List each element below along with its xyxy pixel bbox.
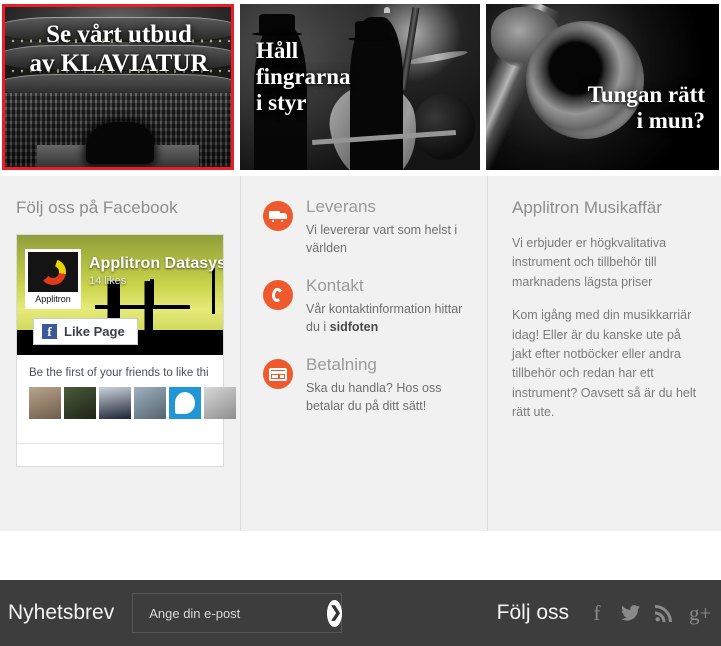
avatar — [99, 387, 131, 419]
facebook-icon[interactable]: f — [587, 602, 607, 624]
truck-icon — [263, 201, 293, 231]
feature-description: Vi levererar vart som helst i världen — [306, 222, 458, 255]
facebook-page-name: Applitron Datasyst — [89, 255, 223, 272]
promo-banner-brass[interactable]: Tungan rätt i mun? — [486, 4, 719, 170]
feature-kontakt[interactable]: Kontakt Vår kontaktinformation hittar du… — [263, 275, 469, 336]
caption-line-1: Tungan rätt — [587, 81, 705, 107]
facebook-page-avatar: Applitron — [25, 249, 81, 309]
newsletter-label: Nyhetsbrev — [8, 601, 115, 624]
facebook-page-widget[interactable]: Applitron Applitron Datasyst 14 likes f … — [16, 234, 236, 467]
caption-line-2: i mun? — [636, 107, 705, 133]
about-column: Applitron Musikaffär Vi erbjuder er högk… — [487, 176, 721, 531]
feature-description: Ska du handla? Hos oss betalar du på dit… — [306, 380, 442, 413]
facebook-heading: Följ oss på Facebook — [16, 198, 178, 217]
phone-icon — [263, 279, 293, 310]
avatar — [204, 387, 236, 419]
site-footer: Nyhetsbrev ❯ Följ oss f g+ — [0, 580, 721, 646]
promo-banner-caption: Håll fingrarna i styr — [256, 38, 351, 117]
rss-icon[interactable] — [655, 604, 675, 622]
promo-banner-row: Se vårt utbud av KLAVIATUR Håll fingrarn… — [0, 0, 721, 170]
follow-us-group: Följ oss f g+ — [496, 601, 712, 625]
twitter-icon[interactable] — [621, 605, 641, 621]
applitron-swirl-icon — [40, 259, 66, 285]
avatar — [29, 387, 61, 419]
facebook-column: Följ oss på Facebook Applitron Applitron… — [0, 176, 240, 531]
credit-card-icon — [263, 358, 293, 389]
feature-description: Vår kontaktinformation hittar du i sidfo… — [306, 300, 469, 336]
newsletter-field[interactable]: ❯ — [132, 593, 343, 633]
caption-line-1: Se vårt utbud — [46, 21, 192, 48]
caption-line-3: i styr — [256, 90, 307, 116]
avatar — [64, 387, 96, 419]
feature-title: Leverans — [306, 197, 376, 216]
feature-title: Betalning — [306, 354, 377, 374]
features-column: Leverans Vi levererar vart som helst i v… — [240, 176, 487, 531]
feature-leverans[interactable]: Leverans Vi levererar vart som helst i v… — [263, 197, 469, 257]
caption-line-2: av KLAVIATUR — [29, 49, 209, 77]
facebook-friends-text: Be the first of your friends to like thi — [29, 367, 209, 379]
facebook-like-page-button[interactable]: f Like Page — [33, 318, 138, 345]
facebook-icon: f — [42, 324, 57, 339]
facebook-logo-label: Applitron — [35, 294, 71, 304]
follow-us-label: Följ oss — [496, 601, 569, 624]
google-plus-icon[interactable]: g+ — [689, 602, 711, 624]
about-heading: Applitron Musikaffär — [512, 198, 662, 217]
about-paragraph-2: Kom igång med din musikkarriär idag! Ell… — [512, 308, 697, 419]
chevron-right-icon: ❯ — [329, 604, 342, 621]
info-panel: Följ oss på Facebook Applitron Applitron… — [0, 176, 721, 531]
feature-betalning[interactable]: Betalning Ska du handla? Hos oss betalar… — [263, 354, 469, 415]
like-page-label: Like Page — [64, 324, 125, 339]
caption-line-1: Håll — [256, 38, 299, 63]
promo-banner-strings[interactable]: Håll fingrarna i styr — [240, 4, 480, 170]
facebook-like-count: 14 likes — [89, 275, 127, 287]
promo-banner-caption: Tungan rätt i mun? — [588, 82, 705, 134]
caption-line-2: fingrarna — [256, 64, 351, 90]
promo-banner-caption: Se vårt utbud av KLAVIATUR — [17, 21, 221, 78]
avatar — [169, 387, 201, 419]
about-paragraph-1: Vi erbjuder er högkvalitativa instrument… — [512, 236, 667, 289]
feature-title: Kontakt — [306, 275, 364, 295]
footer-link-emphasis[interactable]: sidfoten — [330, 320, 379, 334]
facebook-cover-photo: Applitron Applitron Datasyst 14 likes f … — [17, 235, 223, 355]
newsletter-email-input[interactable] — [147, 604, 328, 622]
facebook-friend-avatars — [29, 387, 236, 419]
newsletter-submit-button[interactable]: ❯ — [327, 599, 342, 627]
promo-banner-keyboards[interactable]: Se vårt utbud av KLAVIATUR — [2, 4, 234, 170]
facebook-social-proof: Be the first of your friends to like thi — [17, 355, 236, 431]
avatar — [134, 387, 166, 419]
